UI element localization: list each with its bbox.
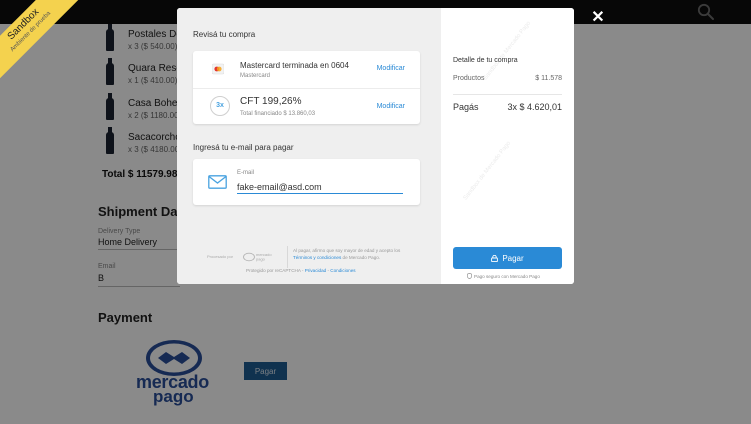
processed-by: Procesado por mercado pago <box>207 251 283 263</box>
secure-payment-note: Pago seguro con Mercado Pago <box>467 273 540 279</box>
legal-prefix: Al pagar, afirmo que soy mayor de edad y… <box>293 248 401 253</box>
secure-text: Pago seguro con Mercado Pago <box>474 274 540 279</box>
modify-installments-link[interactable]: Modificar <box>377 103 405 110</box>
svg-text:pago: pago <box>256 257 266 262</box>
privacy-link[interactable]: Privacidad <box>305 268 326 273</box>
processed-by-text: Procesado por <box>207 254 234 259</box>
mercado-pago-logo-icon: mercado pago <box>243 252 272 262</box>
legal-suffix: de Mercado Pago. <box>342 255 381 260</box>
payment-summary-card: Mastercard terminada en 0604 Mastercard … <box>193 51 420 124</box>
installments-total: Total financiado $ 13.860,03 <box>240 111 316 117</box>
mastercard-icon <box>212 63 224 75</box>
shield-icon <box>467 273 472 279</box>
installments-row: 3x CFT 199,26% Total financiado $ 13.860… <box>193 88 420 124</box>
email-card: E-mail <box>193 159 420 205</box>
detail-title: Detalle de tu compra <box>453 57 518 64</box>
products-value: $ 11.578 <box>535 75 562 82</box>
pay-value: 3x $ 4.620,01 <box>507 102 562 112</box>
modify-card-link[interactable]: Modificar <box>377 65 405 72</box>
captcha-note: Protegido por reCAPTCHA - Privacidad - C… <box>246 268 356 273</box>
review-title: Revisá tu compra <box>193 30 256 39</box>
installments-badge: 3x <box>210 96 230 116</box>
pay-button-label: Pagar <box>502 253 524 263</box>
card-brand: Mastercard <box>240 73 271 79</box>
card-title: Mastercard terminada en 0604 <box>240 61 349 70</box>
detail-divider <box>453 94 562 95</box>
pay-button[interactable]: Pagar <box>453 247 562 269</box>
footer-divider <box>287 246 288 268</box>
installments-cft: CFT 199,26% <box>240 96 302 107</box>
pay-label: Pagás <box>453 102 479 112</box>
review-pane: Revisá tu compra Mastercard terminada en… <box>177 8 441 284</box>
purchase-detail-pane: Sandbox de Mercado Pago Sandbox de Merca… <box>441 8 574 284</box>
close-icon[interactable]: ✕ <box>590 10 606 26</box>
checkout-modal: Revisá tu compra Mastercard terminada en… <box>177 8 574 284</box>
conditions-link[interactable]: Condiciones <box>330 268 355 273</box>
captcha-text: Protegido por reCAPTCHA - <box>246 268 304 273</box>
email-label: E-mail <box>237 170 255 176</box>
mail-icon <box>208 175 227 189</box>
email-section-title: Ingresá tu e-mail para pagar <box>193 143 294 152</box>
payment-method-row: Mastercard terminada en 0604 Mastercard … <box>193 51 420 87</box>
products-label: Productos <box>453 75 485 82</box>
sandbox-watermark: Sandbox de Mercado Pago <box>462 140 513 202</box>
terms-link[interactable]: Términos y condiciones <box>293 255 341 260</box>
email-input[interactable] <box>237 180 403 194</box>
lock-icon <box>491 254 499 262</box>
sandbox-watermark: Sandbox de Mercado Pago <box>482 20 533 82</box>
legal-text: Al pagar, afirmo que soy mayor de edad y… <box>293 247 413 261</box>
